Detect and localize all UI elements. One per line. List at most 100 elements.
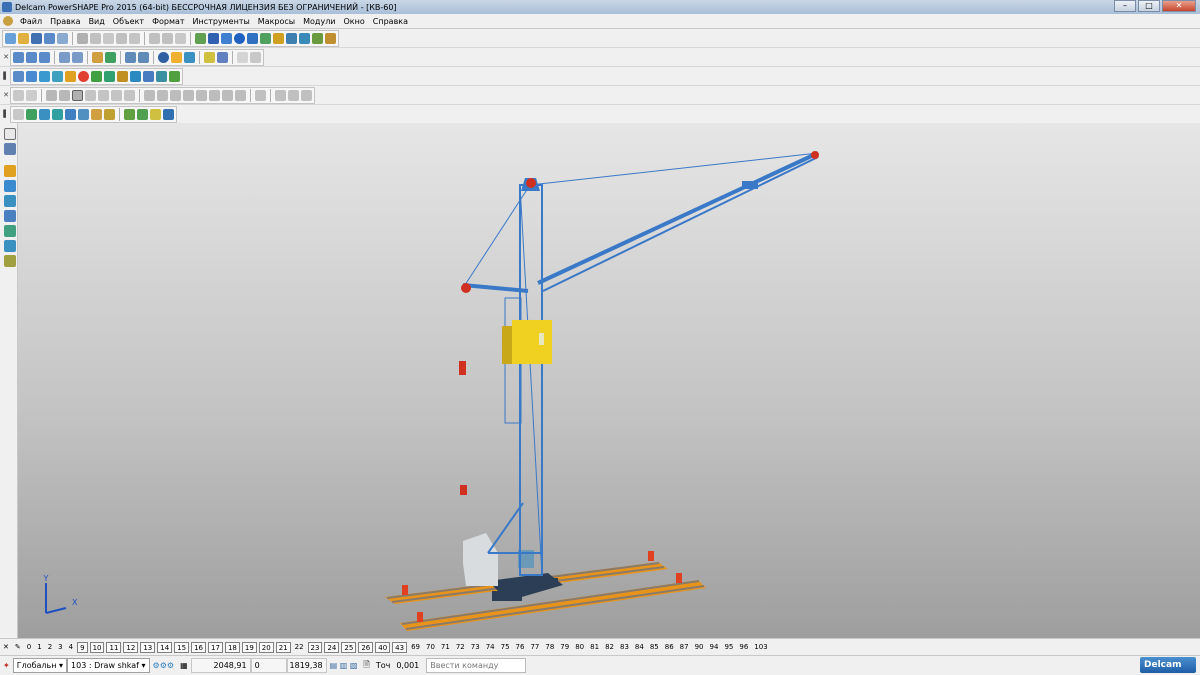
level-72[interactable]: 72 xyxy=(453,642,468,653)
save-icon[interactable] xyxy=(31,32,42,44)
surface-op2-icon[interactable] xyxy=(26,108,37,120)
feature-7-icon[interactable] xyxy=(222,89,233,101)
level-83[interactable]: 83 xyxy=(617,642,632,653)
toolbar-grip-icon[interactable]: ▌ xyxy=(2,69,10,84)
level-12[interactable]: 12 xyxy=(123,641,139,653)
level-22[interactable]: 22 xyxy=(292,642,307,653)
level-85[interactable]: 85 xyxy=(647,642,662,653)
select-arrow-icon[interactable] xyxy=(4,128,16,140)
workplane-icon-status[interactable]: ✦ xyxy=(0,658,13,673)
menu-modules[interactable]: Модули xyxy=(299,17,339,26)
toolbar-close-icon[interactable]: ✕ xyxy=(2,50,10,65)
zoom-window-icon[interactable] xyxy=(171,51,182,63)
curve-tool-icon[interactable] xyxy=(4,210,16,222)
level-103[interactable]: 103 xyxy=(751,642,770,653)
level-11[interactable]: 11 xyxy=(106,641,122,653)
copy-icon[interactable] xyxy=(90,32,101,44)
level-75[interactable]: 75 xyxy=(498,642,513,653)
solid-op6-icon[interactable] xyxy=(85,89,96,101)
menu-window[interactable]: Окно xyxy=(340,17,369,26)
solid-op8-icon[interactable] xyxy=(111,89,122,101)
surface-op9-icon[interactable] xyxy=(124,108,135,120)
menu-view[interactable]: Вид xyxy=(85,17,109,26)
level-16[interactable]: 16 xyxy=(191,641,207,653)
status-tools-icon[interactable]: ⚙⚙⚙ xyxy=(150,658,178,673)
dimension-icon[interactable] xyxy=(221,32,232,44)
zoom-in-icon[interactable] xyxy=(125,51,136,63)
component-icon[interactable] xyxy=(52,70,63,82)
level-80[interactable]: 80 xyxy=(572,642,587,653)
assembly-icon[interactable] xyxy=(130,70,141,82)
menu-macros[interactable]: Макросы xyxy=(254,17,299,26)
solid-icon[interactable] xyxy=(299,32,310,44)
solid-op2-icon[interactable] xyxy=(26,89,37,101)
menu-help[interactable]: Справка xyxy=(369,17,412,26)
paste-icon[interactable] xyxy=(103,32,114,44)
level-26[interactable]: 26 xyxy=(358,641,374,653)
solid-op7-icon[interactable] xyxy=(98,89,109,101)
level-9[interactable]: 9 xyxy=(77,641,88,653)
level-79[interactable]: 79 xyxy=(557,642,572,653)
level-70[interactable]: 70 xyxy=(423,642,438,653)
lamp-icon[interactable] xyxy=(273,32,284,44)
workplane-icon[interactable] xyxy=(4,143,16,155)
level-94[interactable]: 94 xyxy=(707,642,722,653)
level-77[interactable]: 77 xyxy=(527,642,542,653)
feature-9-icon[interactable] xyxy=(255,89,266,101)
surface-op8-icon[interactable] xyxy=(104,108,115,120)
level-19[interactable]: 19 xyxy=(241,641,257,653)
level-15[interactable]: 15 xyxy=(174,641,190,653)
shading-icon[interactable] xyxy=(184,51,195,63)
view-top-icon[interactable] xyxy=(13,51,24,63)
level-18[interactable]: 18 xyxy=(224,641,240,653)
text-icon[interactable] xyxy=(260,32,271,44)
extrude-icon[interactable] xyxy=(104,70,115,82)
level-21[interactable]: 21 xyxy=(275,641,291,653)
solid-tool-icon[interactable] xyxy=(4,240,16,252)
levels-eraser-icon[interactable]: ✎ xyxy=(12,642,24,653)
zoom-icon[interactable] xyxy=(105,51,116,63)
menu-edit[interactable]: Правка xyxy=(46,17,84,26)
level-76[interactable]: 76 xyxy=(513,642,528,653)
sphere-icon[interactable] xyxy=(78,70,89,82)
level-84[interactable]: 84 xyxy=(632,642,647,653)
level-20[interactable]: 20 xyxy=(258,641,274,653)
maximize-button[interactable]: □ xyxy=(1138,0,1160,12)
section-icon[interactable] xyxy=(217,51,228,63)
shaded-view-icon[interactable] xyxy=(286,32,297,44)
surface-tool-icon[interactable] xyxy=(4,225,16,237)
surface-op5-icon[interactable] xyxy=(65,108,76,120)
surface-op4-icon[interactable] xyxy=(52,108,63,120)
feature-10-icon[interactable] xyxy=(275,89,286,101)
solid-op9-icon[interactable] xyxy=(124,89,135,101)
status-view-icons[interactable]: ▤ ▥ ▧ xyxy=(327,658,361,673)
select-icon[interactable] xyxy=(195,32,206,44)
wireframe-icon[interactable] xyxy=(325,32,336,44)
measure-icon[interactable] xyxy=(208,32,219,44)
view-iso1-icon[interactable] xyxy=(59,51,70,63)
line-icon[interactable] xyxy=(4,180,16,192)
3d-viewport[interactable]: Y X xyxy=(18,123,1200,638)
feature-8-icon[interactable] xyxy=(235,89,246,101)
level-43[interactable]: 43 xyxy=(392,641,408,653)
surface-op6-icon[interactable] xyxy=(78,108,89,120)
annotation-icon[interactable] xyxy=(4,255,16,267)
feature-2-icon[interactable] xyxy=(157,89,168,101)
feature-12-icon[interactable] xyxy=(301,89,312,101)
transform-icon[interactable] xyxy=(129,32,140,44)
menu-format[interactable]: Формат xyxy=(148,17,188,26)
level-69[interactable]: 69 xyxy=(408,642,423,653)
command-input[interactable]: Ввести команду xyxy=(426,658,527,673)
material-icon[interactable] xyxy=(65,70,76,82)
light-icon[interactable] xyxy=(204,51,215,63)
view-side-icon[interactable] xyxy=(39,51,50,63)
level-40[interactable]: 40 xyxy=(375,641,391,653)
view-front-icon[interactable] xyxy=(26,51,37,63)
surface-op11-icon[interactable] xyxy=(150,108,161,120)
feature-11-icon[interactable] xyxy=(288,89,299,101)
level-82[interactable]: 82 xyxy=(602,642,617,653)
feature-5-icon[interactable] xyxy=(196,89,207,101)
calculator-icon[interactable]: 🗎 xyxy=(360,658,372,673)
zoom-out-icon[interactable] xyxy=(138,51,149,63)
toolbar2-close-icon[interactable]: ✕ xyxy=(2,88,10,103)
